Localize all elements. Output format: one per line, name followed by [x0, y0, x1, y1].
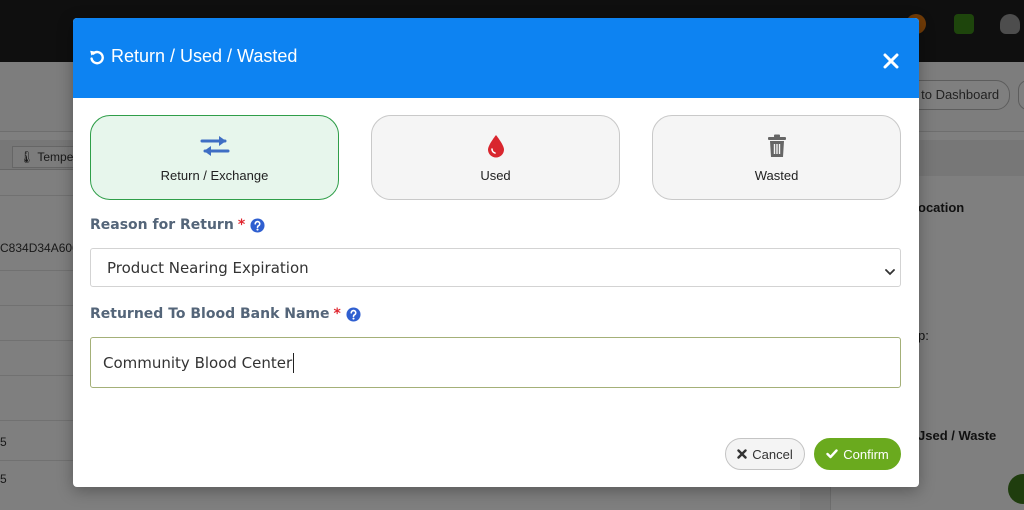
option-label: Wasted — [754, 168, 799, 183]
option-wasted[interactable]: Wasted — [652, 115, 901, 200]
check-icon — [826, 447, 838, 462]
confirm-label: Confirm — [843, 446, 889, 462]
reason-label: Reason for Return * — [90, 217, 265, 233]
confirm-button[interactable]: Confirm — [814, 438, 901, 470]
return-used-wasted-modal: Return / Used / Wasted Return / Exchange — [73, 18, 919, 487]
close-icon — [737, 447, 747, 462]
help-icon[interactable] — [250, 217, 265, 233]
required-mark: * — [333, 306, 341, 322]
modal-title-text: Return / Used / Wasted — [111, 46, 298, 66]
text-caret — [293, 352, 295, 373]
option-return-exchange[interactable]: Return / Exchange — [90, 115, 339, 200]
option-label: Used — [480, 168, 511, 183]
blood-bank-input[interactable]: Community Blood Center — [90, 337, 901, 388]
modal-header: Return / Used / Wasted — [73, 18, 919, 98]
reason-label-text: Reason for Return — [90, 217, 234, 233]
cancel-button[interactable]: Cancel — [725, 438, 805, 470]
modal-title: Return / Used / Wasted — [89, 46, 297, 67]
help-icon[interactable] — [346, 306, 361, 322]
reason-select-value: Product Nearing Expiration — [107, 258, 309, 277]
blood-bank-input-value: Community Blood Center — [103, 353, 293, 372]
reason-select[interactable]: Product Nearing Expiration — [90, 248, 901, 287]
option-used[interactable]: Used — [371, 115, 620, 200]
blood-drop-icon — [487, 134, 505, 158]
blood-bank-label-text: Returned To Blood Bank Name — [90, 306, 330, 322]
blood-bank-label: Returned To Blood Bank Name * — [90, 306, 361, 322]
cancel-label: Cancel — [752, 446, 793, 462]
required-mark: * — [237, 217, 246, 233]
option-label: Return / Exchange — [160, 168, 269, 183]
close-button[interactable] — [879, 51, 903, 75]
close-icon — [883, 53, 899, 74]
exchange-arrows-icon — [200, 134, 230, 158]
chevron-down-icon — [885, 262, 895, 280]
undo-icon — [89, 49, 105, 65]
trash-icon — [767, 134, 787, 158]
